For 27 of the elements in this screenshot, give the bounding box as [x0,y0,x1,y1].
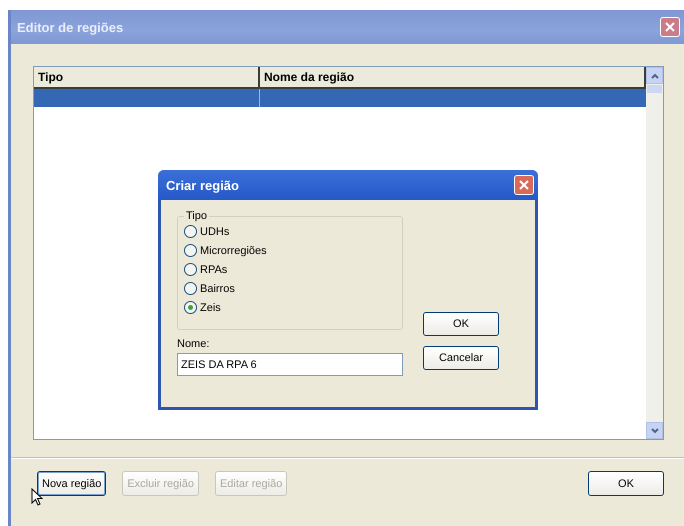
radio-label[interactable]: Zeis [200,302,221,314]
scrollbar[interactable] [646,67,663,439]
name-input-field[interactable]: ZEIS DA RPA 6 [177,353,403,376]
mouse-pointer-icon [31,488,43,506]
radio-label[interactable]: Microrregiões [200,244,267,256]
dialog-title: Criar região [166,178,239,192]
scroll-down-icon[interactable] [646,422,663,439]
dialog-button[interactable]: OK [423,312,499,336]
radio-button[interactable] [184,301,197,314]
ok-button[interactable]: OK [588,471,664,496]
scroll-up-icon[interactable] [646,67,663,84]
dialog-button[interactable]: Cancelar [423,346,499,370]
window-title: Editor de regiões [17,20,124,34]
radio-label[interactable]: UDHs [200,226,230,238]
name-label: Nome: [177,338,210,350]
scroll-thumb[interactable] [647,85,662,93]
group-label: Tipo [185,210,208,222]
close-icon[interactable] [660,17,680,37]
region-button[interactable]: Nova região [37,471,106,496]
radio-button[interactable] [184,225,197,238]
radio-button[interactable] [184,282,197,295]
radio-label[interactable]: Bairros [200,282,235,294]
column-header[interactable]: Tipo [34,67,260,87]
radio-button[interactable] [184,244,197,257]
radio-label[interactable]: RPAs [200,264,228,276]
close-icon[interactable] [514,175,534,195]
radio-button[interactable] [184,263,197,276]
